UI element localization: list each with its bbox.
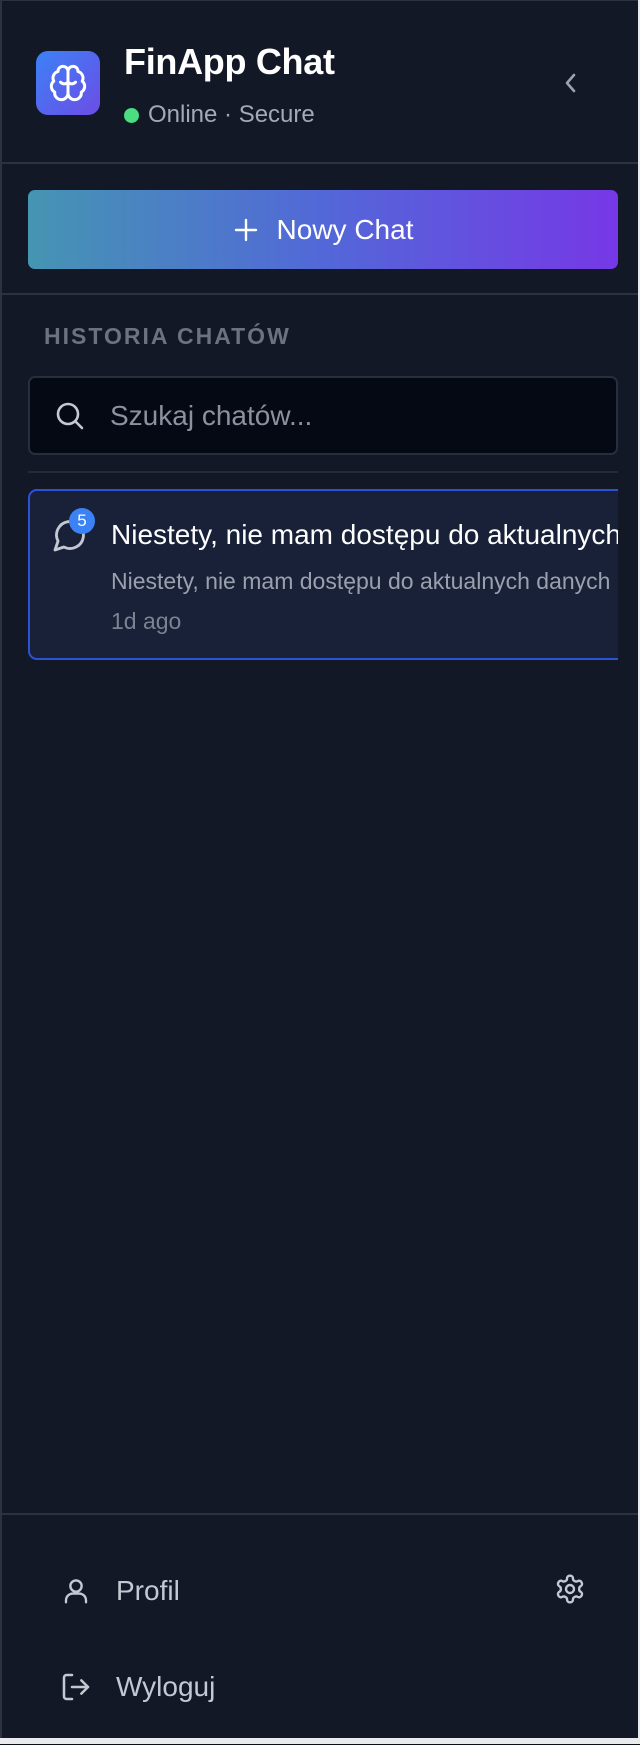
chat-preview: Niestety, nie mam dostępu do aktualnych …: [111, 568, 611, 594]
chat-timestamp: 1d ago: [111, 608, 182, 634]
chevron-left-icon: [565, 73, 576, 93]
chat-list: 5 Niestety, nie mam dostępu do aktualnyc…: [28, 489, 618, 660]
app-title: FinApp Chat: [124, 41, 335, 82]
online-dot-icon: [124, 107, 139, 123]
sidebar-header: FinApp Chat Online · Secure: [2, 1, 640, 164]
profile-label: Profil: [116, 1575, 180, 1606]
chat-list-item[interactable]: 5 Niestety, nie mam dostępu do aktualnyc…: [28, 489, 618, 660]
collapse-sidebar-button[interactable]: [554, 63, 588, 103]
gear-icon: [556, 1574, 584, 1604]
plus-icon: [233, 217, 259, 243]
app-logo: [36, 51, 100, 115]
divider: [2, 293, 640, 295]
brain-icon: [49, 64, 87, 102]
settings-button[interactable]: [550, 1567, 590, 1611]
status-text: Online · Secure: [148, 101, 315, 128]
new-chat-button[interactable]: Nowy Chat: [28, 190, 618, 269]
sidebar: FinApp Chat Online · Secure Nowy Chat HI…: [0, 0, 640, 1744]
search-icon: [56, 402, 84, 430]
sidebar-footer: Profil Wyloguj: [2, 1513, 640, 1745]
window-edge: [0, 1738, 640, 1744]
connection-status: Online · Secure: [124, 101, 315, 129]
user-icon: [58, 1573, 94, 1609]
chat-search-box: [28, 376, 618, 455]
logout-label: Wyloguj: [116, 1671, 216, 1702]
logout-button[interactable]: Wyloguj: [58, 1657, 215, 1717]
new-chat-label: Nowy Chat: [276, 213, 414, 245]
divider: [28, 471, 618, 473]
unread-count-badge: 5: [69, 508, 95, 534]
profile-button[interactable]: Profil: [58, 1561, 180, 1621]
search-input[interactable]: [110, 378, 600, 453]
chat-history-heading: HISTORIA CHATÓW: [44, 323, 291, 349]
logout-icon: [58, 1669, 94, 1705]
chat-title: Niestety, nie mam dostępu do aktualnych …: [111, 519, 618, 550]
